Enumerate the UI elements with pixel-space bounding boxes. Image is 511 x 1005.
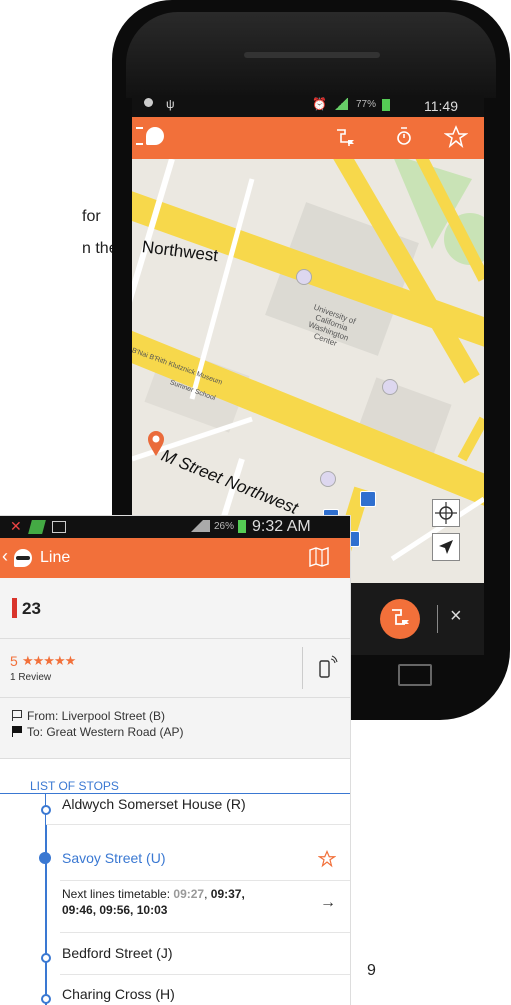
front-phone-screen: ✕ 26% 9:32 AM ‹ Line 23 5 ★★★★★ 1 Review — [0, 516, 350, 1005]
route-to: To: Great Western Road (AP) — [27, 725, 184, 739]
vertical-divider — [302, 647, 303, 689]
battery-percent: 26% — [214, 521, 235, 532]
timetable-separator: , — [204, 887, 211, 901]
row-divider — [60, 974, 350, 975]
crosshair-icon — [435, 502, 457, 524]
map-icon[interactable] — [308, 546, 330, 568]
back-status-bar: ψ ⏰ 77% 11:49 — [132, 95, 484, 117]
row-divider — [60, 880, 350, 881]
stop-node-selected — [39, 852, 51, 864]
doc-text-fragment-1: for — [82, 208, 101, 225]
menu-icon[interactable] — [136, 127, 143, 145]
timetable-text: Next lines timetable: 09:27, 09:37, 09:4… — [62, 886, 312, 918]
page-number: 9 — [367, 962, 376, 979]
back-button[interactable]: ‹ Line — [2, 544, 74, 572]
favorite-star-icon[interactable] — [318, 850, 336, 868]
transit-poi-icon[interactable] — [296, 269, 312, 285]
alarm-icon: ⏰ — [312, 97, 327, 111]
flag-filled-icon — [12, 726, 22, 737]
route-flag-icon — [392, 609, 409, 625]
row-divider — [60, 932, 350, 933]
bus-stop-icon[interactable] — [360, 491, 376, 507]
flag-outline-icon — [12, 710, 22, 721]
navigate-button[interactable] — [432, 533, 460, 561]
route-from: From: Liverpool Street (B) — [27, 709, 166, 723]
review-count: 1 Review — [10, 672, 52, 683]
usb-icon: ψ — [166, 97, 175, 111]
back-app-bar — [132, 117, 484, 159]
favorite-star-icon[interactable] — [444, 125, 468, 149]
stop-node — [41, 953, 51, 963]
front-app-bar: ‹ Line — [0, 538, 350, 578]
earpiece-speaker — [244, 52, 380, 58]
app-notification-icon — [28, 520, 46, 534]
battery-percent: 77% — [356, 99, 377, 110]
rating-score: 5 — [10, 653, 18, 669]
stop-name-selected: Savoy Street (U) — [62, 850, 166, 866]
stop-name: Charing Cross (H) — [62, 986, 175, 1002]
battery-icon — [382, 99, 390, 111]
line-color-bar — [12, 598, 17, 618]
timetable-label: Next lines timetable: — [62, 887, 174, 901]
screen-title: Line — [40, 549, 71, 566]
route-icon[interactable] — [334, 127, 356, 149]
line-header: 23 — [0, 578, 350, 639]
timetable-times-line2: 09:46, 09:56, 10:03 — [62, 903, 168, 917]
vertical-divider — [437, 605, 438, 633]
location-pin-icon[interactable] — [146, 429, 166, 457]
navigation-arrow-icon — [439, 540, 453, 554]
status-time: 11:49 — [424, 98, 458, 114]
route-section: From: Liverpool Street (B) To: Great Wes… — [0, 698, 350, 759]
timetable-row[interactable]: Next lines timetable: 09:27, 09:37, 09:4… — [62, 884, 350, 930]
notification-icon — [144, 98, 153, 107]
transit-poi-icon[interactable] — [382, 379, 398, 395]
image-notification-icon — [52, 521, 66, 533]
front-status-bar: ✕ 26% 9:32 AM — [0, 516, 350, 538]
nfc-phone-icon[interactable] — [316, 653, 338, 681]
recent-apps-button[interactable] — [398, 664, 432, 686]
watch-icon[interactable] — [394, 125, 414, 149]
rating-section: 5 ★★★★★ 1 Review — [0, 639, 350, 698]
signal-icon — [334, 98, 348, 110]
close-icon[interactable]: × — [450, 605, 462, 628]
stop-node — [41, 805, 51, 815]
rating-stars: ★★★★★ — [22, 653, 76, 668]
stop-name: Aldwych Somerset House (R) — [62, 796, 246, 812]
sunglasses-icon — [16, 556, 30, 560]
locate-crosshair-button[interactable] — [432, 499, 460, 527]
line-number: 23 — [22, 599, 41, 618]
transit-poi-icon[interactable] — [320, 471, 336, 487]
status-time: 9:32 AM — [252, 518, 311, 535]
missed-call-icon: ✕ — [10, 518, 22, 534]
timetable-past-time: 09:27 — [173, 887, 205, 901]
stop-node — [41, 994, 51, 1004]
timetable-times-line1: 09:37, — [210, 887, 245, 901]
stop-name: Bedford Street (J) — [62, 945, 173, 961]
chevron-left-icon: ‹ — [2, 546, 8, 566]
arrow-right-icon[interactable]: → — [320, 894, 336, 912]
list-of-stops-header: LIST OF STOPS — [30, 779, 119, 793]
stops-timeline — [45, 794, 47, 1005]
signal-icon — [184, 520, 210, 532]
app-logo-icon[interactable] — [146, 127, 164, 145]
battery-icon — [238, 520, 246, 533]
route-fab[interactable] — [380, 599, 420, 639]
